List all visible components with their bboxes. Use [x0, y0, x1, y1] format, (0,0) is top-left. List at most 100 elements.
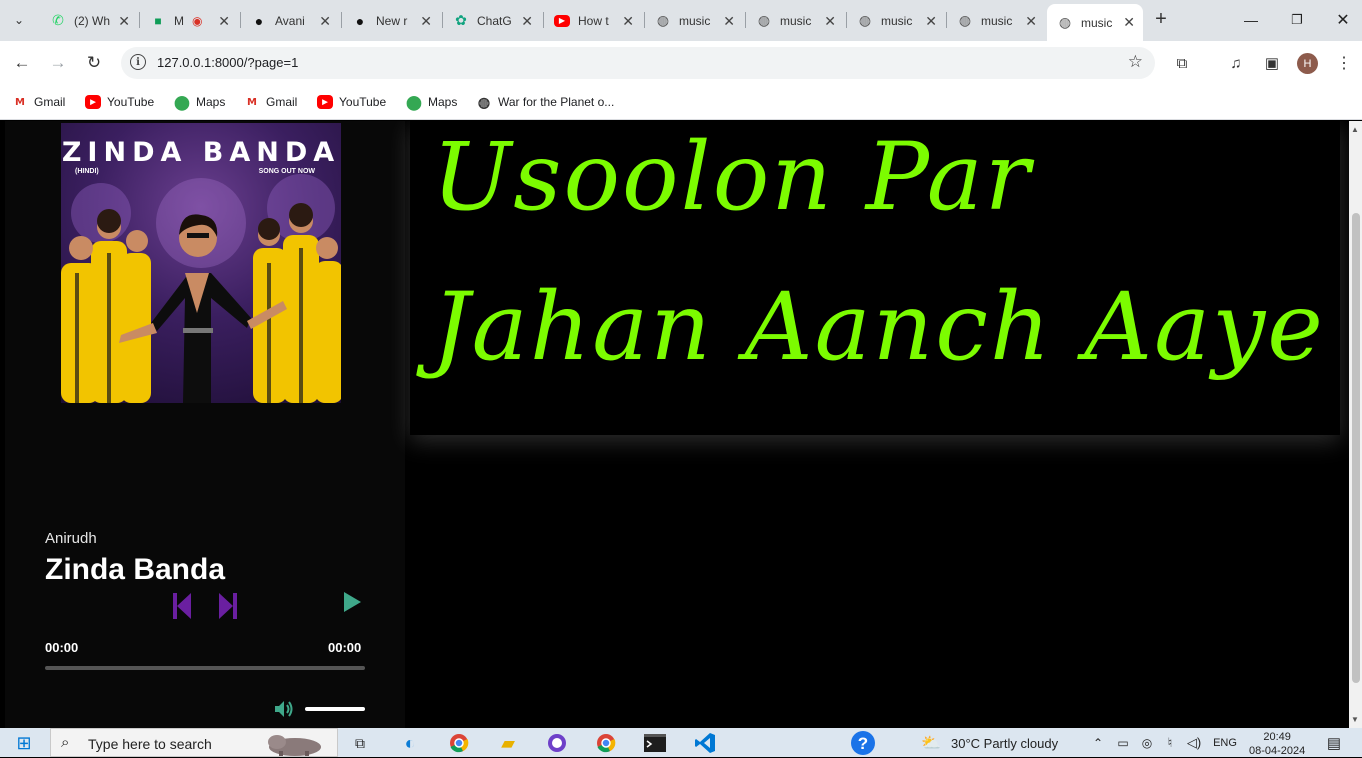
recording-icon: ◉: [192, 13, 203, 28]
globe-icon: ◍: [477, 93, 491, 110]
tab-music-4[interactable]: ◍ music ✕: [947, 6, 1045, 35]
reload-icon[interactable]: ↻: [82, 51, 106, 75]
tab-github-avani[interactable]: ● Avani ✕: [241, 6, 339, 35]
clock-date: 08-04-2024: [1249, 745, 1306, 757]
tab-label: music: [881, 13, 913, 28]
close-icon[interactable]: ✕: [1123, 14, 1135, 31]
extensions-icon[interactable]: ⧉: [1170, 51, 1194, 75]
tab-meet[interactable]: ■ M ◉ ✕: [140, 6, 238, 35]
vscode-icon[interactable]: [692, 732, 718, 754]
page-scrollbar[interactable]: ▲ ▼: [1349, 121, 1362, 728]
play-button[interactable]: [341, 590, 363, 619]
play-icon: [344, 592, 361, 612]
volume-button[interactable]: [273, 699, 295, 724]
tab-label: music: [780, 13, 812, 28]
tab-chatgpt[interactable]: ✿ ChatG ✕: [443, 6, 541, 35]
close-icon[interactable]: ✕: [420, 13, 432, 30]
tab-music-2[interactable]: ◍ music ✕: [746, 6, 844, 35]
edge-icon[interactable]: ◐: [398, 732, 422, 754]
clock-time: 20:49: [1263, 731, 1291, 743]
forward-arrow-icon[interactable]: →: [46, 51, 70, 75]
tab-music-active[interactable]: ◍ music ✕: [1047, 4, 1143, 41]
search-icon: ⌕: [61, 734, 70, 751]
artist-name: Anirudh: [45, 530, 97, 547]
page-content: ZINDA BANDA (HINDI) SONG OUT NOW Anirudh…: [0, 121, 1349, 728]
song-title: Zinda Banda: [45, 553, 226, 586]
tab-youtube[interactable]: ▶ How t ✕: [544, 6, 642, 35]
minimize-icon[interactable]: —: [1239, 8, 1263, 32]
restore-icon[interactable]: ❐: [1285, 8, 1309, 32]
show-hidden-icons-chevron-up-icon[interactable]: ⌃: [1088, 732, 1108, 754]
close-window-icon[interactable]: ✕: [1331, 8, 1355, 32]
tab-github-new[interactable]: ● New r ✕: [342, 6, 440, 35]
close-icon[interactable]: ✕: [622, 13, 634, 30]
tab-label: How t: [578, 13, 609, 28]
youtube-icon: ▶: [554, 14, 570, 27]
close-icon[interactable]: ✕: [118, 13, 130, 30]
bookmark-youtube-2[interactable]: ▶ YouTube: [317, 93, 386, 111]
tab-search-button[interactable]: ⌄: [8, 9, 30, 31]
task-view-icon[interactable]: ⧉: [348, 732, 372, 754]
close-icon[interactable]: ✕: [925, 13, 937, 30]
notifications-icon[interactable]: ▤: [1322, 732, 1346, 754]
tab-whatsapp[interactable]: ✆ (2) Wh ✕: [40, 6, 138, 35]
input-language[interactable]: ENG: [1210, 732, 1240, 754]
chrome-profile-icon[interactable]: [594, 732, 618, 754]
terminal-icon[interactable]: [642, 732, 668, 754]
globe-icon: ◍: [656, 12, 670, 28]
windows-start-icon[interactable]: ⊞: [12, 732, 36, 754]
next-button[interactable]: [217, 591, 239, 626]
url-text[interactable]: 127.0.0.1:8000/?page=1: [157, 55, 298, 70]
speaker-icon[interactable]: ◁): [1184, 732, 1204, 754]
tab-label: music: [679, 13, 711, 28]
system-clock[interactable]: 20:49 08-04-2024: [1249, 730, 1305, 758]
profile-avatar[interactable]: H: [1297, 53, 1318, 74]
partly-cloudy-icon: ⛅: [921, 735, 941, 752]
chrome-icon[interactable]: [447, 732, 471, 754]
media-control-icon[interactable]: ♫: [1224, 51, 1248, 75]
menu-kebab-icon[interactable]: ⋮: [1332, 51, 1356, 75]
close-icon[interactable]: ✕: [1025, 13, 1037, 30]
close-icon[interactable]: ✕: [319, 13, 331, 30]
scroll-down-arrow-icon[interactable]: ▼: [1351, 715, 1359, 724]
scroll-up-arrow-icon[interactable]: ▲: [1351, 125, 1359, 134]
close-icon[interactable]: ✕: [824, 13, 836, 30]
maps-pin-icon: ⬤: [174, 93, 190, 110]
microphone-icon[interactable]: ♮: [1160, 732, 1180, 754]
skip-previous-icon: [173, 593, 191, 619]
windows-taskbar: ⊞ ⌕ Type here to search ⧉ ◐ ▰ ? ⛅ 30°C P…: [0, 728, 1362, 757]
new-tab-button[interactable]: +: [1150, 8, 1172, 30]
volume-icon: [275, 701, 293, 717]
tab-music-1[interactable]: ◍ music ✕: [645, 6, 743, 35]
bookmark-gmail[interactable]: M Gmail: [12, 93, 65, 111]
bookmark-gmail-2[interactable]: M Gmail: [244, 93, 297, 111]
tab-music-3[interactable]: ◍ music ✕: [847, 6, 945, 35]
help-icon[interactable]: ?: [849, 731, 877, 755]
lyrics-text: Usoolon Par Jahan Aanch Aaye: [432, 123, 1325, 382]
close-icon[interactable]: ✕: [723, 13, 735, 30]
bookmark-maps[interactable]: ⬤ Maps: [174, 93, 225, 111]
bookmark-war-for-the-planet[interactable]: ◍ War for the Planet o...: [476, 93, 614, 111]
github-desktop-icon[interactable]: [545, 732, 569, 754]
weather-widget[interactable]: 30°C Partly cloudy: [951, 736, 1058, 751]
taskbar-search-box[interactable]: ⌕ Type here to search: [50, 728, 338, 757]
camera-icon[interactable]: ◎: [1137, 732, 1157, 754]
scrollbar-thumb[interactable]: [1352, 213, 1360, 683]
file-explorer-icon[interactable]: ▰: [496, 732, 520, 754]
volume-slider[interactable]: [305, 707, 365, 711]
side-panel-icon[interactable]: ▣: [1260, 51, 1284, 75]
bookmark-label: Maps: [196, 95, 226, 109]
previous-button[interactable]: [171, 591, 193, 626]
seek-bar[interactable]: [45, 666, 365, 670]
cover-language-tag: (HINDI): [75, 168, 99, 175]
bookmark-maps-2[interactable]: ⬤ Maps: [406, 93, 457, 111]
battery-icon[interactable]: ▭: [1113, 732, 1133, 754]
close-icon[interactable]: ✕: [218, 13, 230, 30]
back-arrow-icon[interactable]: ←: [10, 51, 34, 75]
bookmark-star-icon[interactable]: ☆: [1128, 52, 1143, 72]
close-icon[interactable]: ✕: [521, 13, 533, 30]
address-bar[interactable]: i 127.0.0.1:8000/?page=1 ☆: [121, 47, 1155, 79]
bookmark-youtube[interactable]: ▶ YouTube: [85, 93, 154, 111]
chatgpt-icon: ✿: [455, 12, 467, 28]
site-info-icon[interactable]: i: [130, 54, 146, 70]
